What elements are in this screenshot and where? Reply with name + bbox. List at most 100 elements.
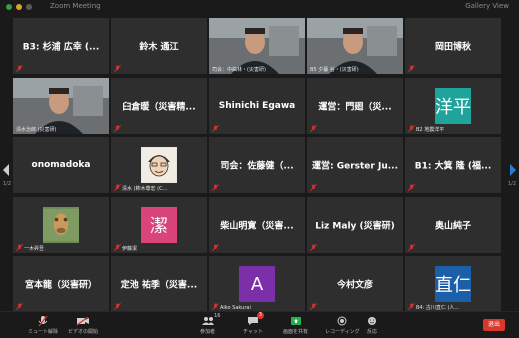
- mic-muted-icon: [408, 124, 415, 132]
- participant-tile[interactable]: 洋平 B2 地震洋平: [405, 77, 501, 134]
- avatar: A: [239, 266, 275, 302]
- mic-muted-icon: [36, 315, 50, 327]
- participant-tile[interactable]: 柴山明寛（災害...: [209, 196, 305, 253]
- participant-label: 一木昇吾: [24, 245, 45, 252]
- participant-tile[interactable]: 鈴木 通江: [111, 18, 207, 74]
- participant-tile[interactable]: 臼倉暖（災害精...: [111, 77, 207, 134]
- participant-name: B3: 杉浦 広幸 (...: [22, 42, 100, 53]
- participant-label: 清水治郎 (災害研): [16, 126, 57, 133]
- mic-muted-icon: [114, 243, 121, 251]
- share-screen-button[interactable]: 画面を共有: [283, 315, 308, 335]
- chat-badge: 3: [256, 312, 264, 319]
- participant-tile[interactable]: 直仁 B4: 古川直仁 (人...: [405, 256, 501, 312]
- start-video-button[interactable]: ビデオの開始: [68, 315, 98, 335]
- participants-count: 16: [214, 313, 221, 319]
- meeting-toolbar: ミュート解除 ビデオの開始 16 参加者 3 チャット 画面を共有 レコーディン…: [0, 311, 519, 338]
- mic-muted-icon: [212, 124, 219, 132]
- participants-icon: 16: [201, 313, 221, 327]
- participant-name: onomadoka: [31, 160, 91, 170]
- participant-name: 奥山純子: [434, 221, 471, 231]
- participant-tile[interactable]: 清水治郎 (災害研): [13, 77, 109, 134]
- mic-muted-icon: [408, 243, 415, 251]
- chevron-right-icon: [510, 164, 516, 176]
- participant-name: 今村文彦: [336, 280, 373, 291]
- mic-muted-icon: [310, 124, 317, 132]
- participant-tile[interactable]: 宮本龍（災害研）: [13, 256, 109, 312]
- participant-label: B4: 古川直仁 (人...: [416, 305, 460, 311]
- participant-tile[interactable]: 司会：中曲林・(災害研): [209, 18, 305, 74]
- page-indicator-left: 1/2: [3, 181, 12, 187]
- participant-tile[interactable]: 定池 祐季（災害...: [111, 256, 207, 312]
- participant-name: 運営：門廻（災...: [318, 102, 392, 112]
- mic-muted-icon: [114, 124, 121, 132]
- mic-muted-icon: [114, 303, 121, 310]
- prev-page-arrow[interactable]: [0, 158, 12, 182]
- mic-muted-icon: [212, 243, 219, 251]
- participant-tile[interactable]: 岡田博秋: [405, 18, 501, 74]
- mic-muted-icon: [16, 65, 23, 72]
- participant-name: B1: 大箕 隆 (福...: [414, 161, 492, 172]
- mic-muted-icon: [408, 303, 415, 310]
- avatar: 潔: [141, 206, 177, 243]
- participant-tile[interactable]: A Aiko Sakurai: [209, 256, 305, 312]
- participant-tile[interactable]: 清水 (柿木尊宏 (C...: [111, 137, 207, 193]
- profile-photo: [43, 206, 79, 243]
- participant-gallery: B3: 杉浦 広幸 (... 鈴木 通江司会：中曲林・(災害研) B5 夕暮 谷・(…: [13, 18, 503, 312]
- participant-tile[interactable]: B3: 杉浦 広幸 (...: [13, 18, 109, 74]
- window-dot-green[interactable]: [6, 4, 12, 10]
- avatar: 洋平: [435, 87, 471, 124]
- participant-name: 運営: Gerster Ju...: [311, 161, 398, 172]
- mic-muted-icon: [310, 184, 317, 191]
- participant-tile[interactable]: B1: 大箕 隆 (福...: [405, 137, 501, 193]
- participant-tile[interactable]: 運営: Gerster Ju...: [307, 137, 403, 193]
- participant-name: 宮本龍（災害研）: [24, 280, 97, 291]
- mute-button[interactable]: ミュート解除: [28, 315, 58, 335]
- participant-tile[interactable]: 奥山純子: [405, 196, 501, 253]
- chevron-left-icon: [3, 164, 9, 176]
- participants-button[interactable]: 16 参加者: [200, 313, 221, 335]
- participant-name: 鈴木 通江: [139, 42, 179, 53]
- avatar: 直仁: [435, 266, 471, 302]
- participant-label: B5 夕暮 谷・(災害研): [310, 67, 359, 73]
- mic-muted-icon: [114, 65, 121, 72]
- profile-cartoon: [141, 147, 177, 183]
- share-screen-icon: [289, 315, 303, 327]
- participant-name: Liz Maly (災害研): [315, 221, 395, 231]
- window-title: Zoom Meeting: [50, 2, 101, 10]
- mic-muted-icon: [408, 65, 415, 72]
- page-indicator-right: 1/2: [507, 181, 516, 187]
- participant-tile[interactable]: Shinichi Egawa: [209, 77, 305, 134]
- record-button[interactable]: レコーディング: [325, 315, 360, 335]
- participant-tile[interactable]: 一木昇吾: [13, 196, 109, 253]
- mic-muted-icon: [310, 243, 317, 251]
- participant-name: Shinichi Egawa: [218, 100, 296, 111]
- title-bar: Zoom Meeting Gallery View: [0, 0, 519, 14]
- participant-tile[interactable]: onomadoka: [13, 137, 109, 193]
- participant-label: B2 地震洋平: [416, 126, 445, 133]
- mic-muted-icon: [114, 184, 121, 191]
- window-controls[interactable]: [6, 4, 32, 10]
- video-off-icon: [76, 315, 90, 327]
- participant-tile[interactable]: Liz Maly (災害研): [307, 196, 403, 253]
- participant-name: 定池 祐季（災害...: [120, 280, 198, 291]
- window-dot[interactable]: [26, 4, 32, 10]
- participant-name: 司会：佐藤健（...: [220, 161, 294, 172]
- window-dot-yellow[interactable]: [16, 4, 22, 10]
- next-page-arrow[interactable]: [507, 158, 519, 182]
- participant-tile[interactable]: 潔伊藤潔: [111, 196, 207, 253]
- mic-muted-icon: [16, 243, 23, 251]
- view-toggle[interactable]: Gallery View: [465, 2, 509, 10]
- participant-tile[interactable]: 運営：門廻（災...: [307, 77, 403, 134]
- participant-name: 臼倉暖（災害精...: [122, 102, 196, 112]
- participant-tile[interactable]: B5 夕暮 谷・(災害研): [307, 18, 403, 74]
- mic-muted-icon: [212, 184, 219, 191]
- leave-button[interactable]: 退出: [483, 319, 505, 331]
- participant-label: 司会：中曲林・(災害研): [212, 67, 266, 73]
- participant-tile[interactable]: 今村文彦: [307, 256, 403, 312]
- mic-muted-icon: [408, 184, 415, 191]
- reactions-button[interactable]: 反応: [365, 315, 379, 335]
- participant-name: 柴山明寛（災害...: [220, 221, 294, 231]
- participant-tile[interactable]: 司会：佐藤健（...: [209, 137, 305, 193]
- chat-button[interactable]: 3 チャット: [243, 312, 264, 335]
- record-icon: [335, 315, 349, 327]
